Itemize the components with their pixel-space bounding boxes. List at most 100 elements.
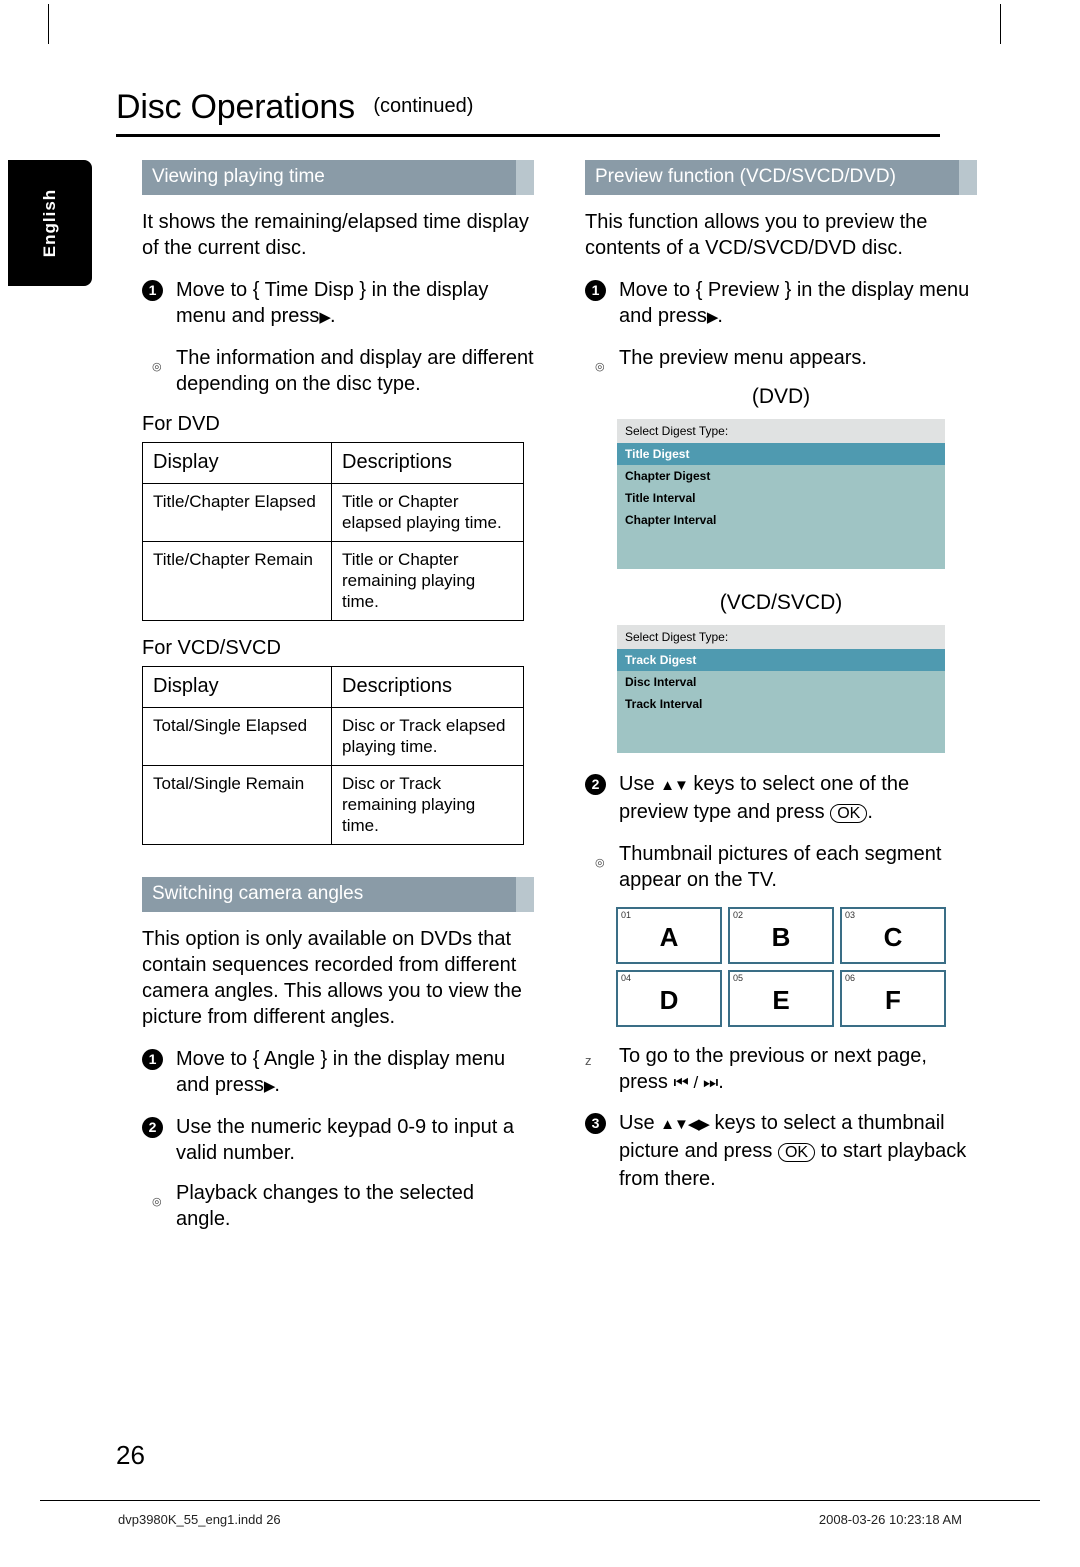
preview-step-3-a: Use — [619, 1112, 655, 1134]
camera-angles-step-2: 2 Use the numeric keypad 0-9 to input a … — [142, 1114, 534, 1166]
page-title: Disc Operations (continued) — [116, 88, 940, 127]
viewing-time-tip-1-text: The information and display are differen… — [176, 347, 534, 395]
viewing-time-intro: It shows the remaining/elapsed time disp… — [142, 211, 529, 259]
table-row-header: Display Descriptions — [142, 442, 524, 484]
preview-tip-1-text: The preview menu appears. — [619, 347, 867, 369]
prev-next-icon: ⏮ / ⏭ — [673, 1073, 719, 1092]
table-row: Title/Chapter Remain Title or Chapter re… — [142, 541, 524, 621]
viewing-time-step-1: 1 Move to { Time Disp } in the display m… — [142, 277, 534, 331]
subhead-for-vcd-svcd: For VCD/SVCD — [142, 637, 281, 659]
osd-dvd-item-chapter-interval[interactable]: Chapter Interval — [617, 509, 945, 531]
section-heading-viewing-playing-time: Viewing playing time — [142, 160, 534, 195]
table-vcd-header-descriptions: Descriptions — [331, 666, 524, 708]
page-title-continued: (continued) — [373, 95, 474, 117]
preview-step-2: 2 Use ▲▼ keys to select one of the previ… — [585, 771, 977, 827]
subhead-for-dvd: For DVD — [142, 413, 220, 435]
thumbnail-04-index: 04 — [621, 973, 632, 983]
thumbnail-02-letter: B — [771, 921, 791, 952]
preview-step-1: 1 Move to { Preview } in the display men… — [585, 277, 977, 331]
ok-button-icon: OK — [830, 804, 868, 823]
ok-button-icon: OK — [777, 1143, 816, 1162]
right-arrow-icon: ▶ — [706, 309, 719, 326]
preview-step-2-a: Use — [619, 773, 655, 795]
preview-note-text: To go to the previous or next page, pres… — [619, 1045, 927, 1093]
step-number-1: 1 — [142, 1049, 163, 1070]
preview-tip-2-text: Thumbnail pictures of each segment appea… — [619, 843, 942, 891]
thumbnail-01[interactable]: 01 A — [616, 907, 722, 964]
camera-angles-tip-1: ◎ Playback changes to the selected angle… — [142, 1180, 534, 1232]
crop-mark-top-left — [48, 4, 49, 44]
camera-angles-intro: This option is only available on DVDs th… — [142, 928, 522, 1028]
osd-dvd-item-chapter-digest[interactable]: Chapter Digest — [617, 465, 945, 487]
tip-bullet-icon: ◎ — [152, 1196, 162, 1208]
table-vcd-r2c2: Disc or Track remaining playing time. — [331, 765, 524, 845]
thumbnail-03[interactable]: 03 C — [840, 907, 946, 964]
table-dvd-r1c2: Title or Chapter elapsed playing time. — [331, 483, 524, 542]
right-column: Preview function (VCD/SVCD/DVD) This fun… — [585, 160, 977, 1206]
section-heading-preview-function: Preview function (VCD/SVCD/DVD) — [585, 160, 977, 195]
osd-dvd-caption: (DVD) — [751, 385, 811, 408]
table-row: Title/Chapter Elapsed Title or Chapter e… — [142, 483, 524, 542]
thumbnail-03-letter: C — [883, 921, 903, 952]
osd-vcd-item-track-digest[interactable]: Track Digest — [617, 649, 945, 671]
camera-angles-tip-1-text: Playback changes to the selected angle. — [176, 1182, 474, 1230]
preview-tip-2: ◎ Thumbnail pictures of each segment app… — [585, 841, 977, 893]
table-row: Total/Single Remain Disc or Track remain… — [142, 765, 524, 845]
osd-vcd-item-track-interval[interactable]: Track Interval — [617, 693, 945, 715]
language-tab: English — [8, 160, 92, 286]
thumbnail-06-index: 06 — [845, 973, 856, 983]
step-number-3: 3 — [585, 1113, 606, 1134]
thumbnail-04-letter: D — [659, 984, 679, 1015]
thumbnail-05-letter: E — [772, 984, 790, 1015]
left-column: Viewing playing time It shows the remain… — [142, 160, 534, 1246]
table-dvd-display: Display Descriptions Title/Chapter Elaps… — [142, 442, 524, 621]
page-number: 26 — [116, 1440, 145, 1470]
thumbnail-grid: 01 A 02 B 03 C 04 D 05 E 06 F — [616, 907, 946, 1027]
camera-angles-step-1: 1 Move to { Angle } in the display menu … — [142, 1046, 534, 1100]
table-dvd-header-descriptions: Descriptions — [331, 442, 524, 484]
table-vcd-header-display: Display — [142, 666, 332, 708]
footer-timestamp: 2008-03-26 10:23:18 AM — [818, 1512, 962, 1527]
osd-vcd-item-disc-interval[interactable]: Disc Interval — [617, 671, 945, 693]
thumbnail-05[interactable]: 05 E — [728, 970, 834, 1027]
preview-step-1-end: . — [717, 305, 723, 327]
thumbnail-06-letter: F — [885, 984, 901, 1015]
table-dvd-r2c1: Title/Chapter Remain — [142, 541, 332, 621]
osd-vcd-title: Select Digest Type: — [617, 625, 945, 649]
thumbnail-01-index: 01 — [621, 910, 632, 920]
thumbnail-04[interactable]: 04 D — [616, 970, 722, 1027]
osd-dvd-item-title-digest[interactable]: Title Digest — [617, 443, 945, 465]
thumbnail-03-index: 03 — [845, 910, 856, 920]
thumbnail-02[interactable]: 02 B — [728, 907, 834, 964]
viewing-time-tip-1: ◎ The information and display are differ… — [142, 345, 534, 397]
preview-intro: This function allows you to preview the … — [585, 211, 928, 259]
step-number-2: 2 — [142, 1117, 163, 1138]
direction-keys-icon: ▲▼◀▶ — [660, 1116, 710, 1133]
osd-dvd-item-title-interval[interactable]: Title Interval — [617, 487, 945, 509]
page-title-main: Disc Operations — [116, 88, 355, 126]
table-vcd-r1c1: Total/Single Elapsed — [142, 707, 332, 766]
step-number-1: 1 — [585, 280, 606, 301]
camera-angles-step-1-end: . — [274, 1074, 280, 1096]
table-row-header: Display Descriptions — [142, 666, 524, 708]
table-vcd-r1c2: Disc or Track elapsed playing time. — [331, 707, 524, 766]
right-arrow-icon: ▶ — [319, 309, 331, 326]
table-vcd-display: Display Descriptions Total/Single Elapse… — [142, 666, 524, 845]
preview-note-end: . — [718, 1071, 724, 1093]
thumbnail-01-letter: A — [659, 921, 679, 952]
table-vcd-r2c1: Total/Single Remain — [142, 765, 332, 845]
tip-bullet-icon: ◎ — [152, 361, 162, 373]
preview-tip-1: ◎ The preview menu appears. — [585, 345, 977, 373]
thumbnail-05-index: 05 — [733, 973, 744, 983]
language-tab-label: English — [40, 188, 59, 258]
crop-mark-top-right — [1000, 4, 1001, 44]
preview-step-2-end: . — [867, 801, 873, 823]
osd-screen-vcd: Select Digest Type: Track Digest Disc In… — [617, 625, 945, 753]
osd-vcd-caption: (VCD/SVCD) — [719, 591, 843, 614]
tip-bullet-icon: ◎ — [595, 857, 605, 869]
step-number-1: 1 — [142, 280, 163, 301]
preview-step-3: 3 Use ▲▼◀▶ keys to select a thumbnail pi… — [585, 1110, 977, 1192]
footer-file-info: dvp3980K_55_eng1.indd 26 — [118, 1512, 281, 1527]
thumbnail-06[interactable]: 06 F — [840, 970, 946, 1027]
table-row: Total/Single Elapsed Disc or Track elaps… — [142, 707, 524, 766]
